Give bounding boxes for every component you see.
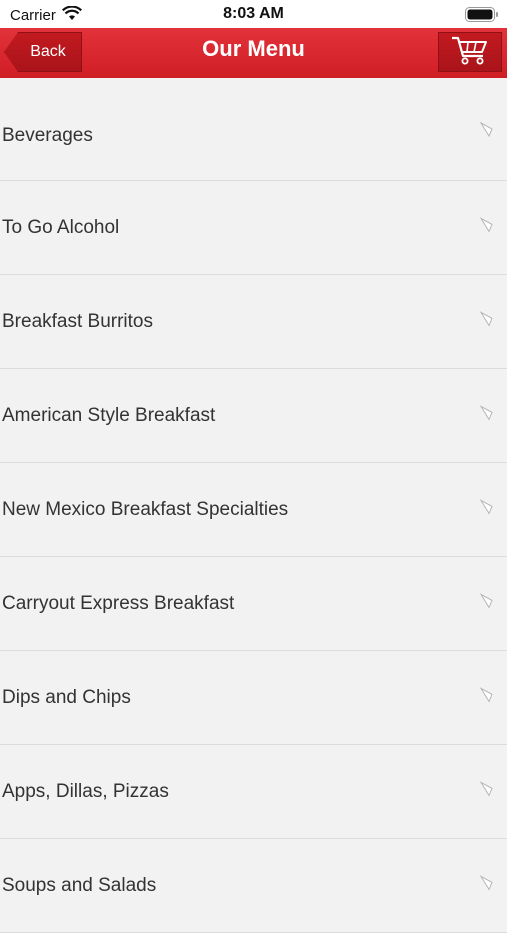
menu-item-label: Dips and Chips: [2, 686, 131, 708]
menu-item-carryout-express-breakfast[interactable]: Carryout Express Breakfast: [0, 557, 507, 651]
menu-item-american-style-breakfast[interactable]: American Style Breakfast: [0, 369, 507, 463]
menu-item-label: Soups and Salads: [2, 874, 157, 896]
menu-item-soups-and-salads[interactable]: Soups and Salads: [0, 839, 507, 933]
page-title: Our Menu: [202, 36, 305, 61]
menu-item-label: Apps, Dillas, Pizzas: [2, 780, 169, 802]
menu-item-beverages[interactable]: Beverages: [0, 78, 507, 181]
chevron-right-icon: [479, 779, 495, 797]
menu-item-label: To Go Alcohol: [2, 216, 120, 238]
menu-item-label: New Mexico Breakfast Specialties: [2, 498, 289, 520]
chevron-right-icon: [479, 403, 495, 421]
status-time: 8:03 AM: [223, 5, 284, 22]
chevron-right-icon: [479, 309, 495, 327]
chevron-right-icon: [479, 873, 495, 891]
menu-item-apps-dillas-pizzas[interactable]: Apps, Dillas, Pizzas: [0, 745, 507, 839]
menu-item-new-mexico-breakfast-specialties[interactable]: New Mexico Breakfast Specialties: [0, 463, 507, 557]
chevron-right-icon: [479, 591, 495, 609]
status-bar: Carrier 8:03 AM: [0, 0, 507, 28]
cart-button[interactable]: [438, 32, 502, 72]
chevron-right-icon: [479, 497, 495, 515]
chevron-right-icon: [479, 215, 495, 233]
menu-item-label: Carryout Express Breakfast: [2, 592, 235, 614]
navigation-bar: Back Our Menu: [0, 28, 507, 79]
menu-item-label: Beverages: [2, 125, 93, 146]
cart-icon: [450, 34, 490, 71]
chevron-right-icon: [479, 120, 495, 138]
menu-item-label: American Style Breakfast: [2, 404, 216, 426]
battery-icon: [465, 7, 499, 22]
chevron-right-icon: [479, 685, 495, 703]
menu-item-breakfast-burritos[interactable]: Breakfast Burritos: [0, 275, 507, 369]
menu-item-dips-and-chips[interactable]: Dips and Chips: [0, 651, 507, 745]
menu-item-label: Breakfast Burritos: [2, 310, 153, 332]
menu-list: Beverages To Go Alcohol Breakfast Burrit…: [0, 78, 507, 933]
menu-item-to-go-alcohol[interactable]: To Go Alcohol: [0, 181, 507, 275]
